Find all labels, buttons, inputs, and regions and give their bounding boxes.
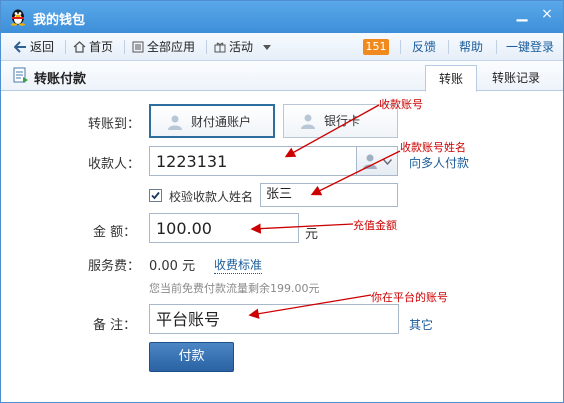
- toolbar-divider: [65, 40, 66, 54]
- annotation-payee-account: 收款账号: [379, 98, 423, 111]
- pay-multiple-link[interactable]: 向多人付款: [409, 154, 469, 171]
- tab-transfer-records[interactable]: 转账记录: [479, 65, 553, 92]
- transfer-to-label: 转账到：: [88, 117, 141, 132]
- title-bar: 我的钱包 ▁ ×: [1, 1, 563, 33]
- bank-card-label: 银行卡: [324, 114, 361, 128]
- payee-name-input[interactable]: 张三: [260, 183, 398, 207]
- qq-penguin-icon: [11, 9, 25, 26]
- all-apps-label: 全部应用: [147, 40, 196, 54]
- notification-badge[interactable]: 151: [363, 39, 389, 55]
- wallet-window: 我的钱包 ▁ × 返回 首页 全部应用 活动 151 反馈 帮助 一键登录 转账…: [0, 0, 564, 403]
- back-label: 返回: [30, 40, 55, 54]
- page-title: 转账付款: [34, 72, 87, 87]
- fee-standard-link[interactable]: 收费标准: [214, 256, 263, 274]
- amount-input[interactable]: 100.00: [149, 213, 299, 243]
- toolbar-divider: [400, 40, 401, 54]
- chevron-down-icon: [262, 45, 271, 50]
- remark-label: 备 注：: [93, 318, 137, 333]
- window-title: 我的钱包: [33, 13, 86, 28]
- amount-label: 金 额：: [93, 225, 137, 240]
- all-apps-button[interactable]: 全部应用: [132, 39, 195, 55]
- remark-input[interactable]: 平台账号: [149, 304, 399, 334]
- fee-label: 服务费：: [88, 259, 141, 274]
- toolbar-divider: [206, 40, 207, 54]
- help-link[interactable]: 帮助: [459, 39, 483, 55]
- gift-icon: [214, 42, 226, 53]
- activity-label: 活动: [229, 40, 254, 54]
- contact-person-icon: [363, 154, 377, 169]
- remark-other-link[interactable]: 其它: [409, 316, 433, 333]
- toolbar-divider: [496, 40, 497, 54]
- close-button[interactable]: ×: [536, 5, 558, 23]
- one-click-login-link[interactable]: 一键登录: [506, 39, 554, 55]
- amount-unit: 元: [305, 227, 319, 242]
- minimize-button[interactable]: ▁: [511, 5, 533, 23]
- pay-button[interactable]: 付款: [149, 342, 234, 372]
- payee-contacts-dropdown[interactable]: [356, 146, 398, 176]
- checkmark-icon: [151, 191, 160, 200]
- home-label: 首页: [89, 40, 114, 54]
- feedback-link[interactable]: 反馈: [412, 39, 436, 55]
- verify-name-label: 校验收款人姓名: [169, 190, 254, 204]
- back-button[interactable]: 返回: [14, 39, 54, 55]
- home-icon: [73, 41, 86, 53]
- transfer-doc-icon: [13, 67, 28, 83]
- person-icon: [168, 115, 182, 130]
- verify-name-checkbox[interactable]: [149, 189, 162, 202]
- home-button[interactable]: 首页: [73, 39, 113, 55]
- toolbar-divider: [448, 40, 449, 54]
- toolbar-divider: [124, 40, 125, 54]
- annotation-amount: 充值金额: [353, 219, 397, 232]
- person-icon: [301, 114, 315, 129]
- payee-input[interactable]: 1223131: [149, 146, 357, 176]
- back-arrow-icon: [14, 41, 26, 53]
- chevron-down-icon: [383, 159, 392, 165]
- fee-value: 0.00 元: [149, 259, 196, 274]
- activity-menu[interactable]: 活动: [214, 39, 271, 55]
- apps-list-icon: [132, 41, 144, 53]
- annotation-payee-name: 收款账号姓名: [400, 141, 466, 154]
- annotation-remark: 你在平台的账号: [371, 291, 448, 304]
- payee-label: 收款人：: [88, 157, 141, 172]
- tenpay-account-option[interactable]: 财付通账户: [149, 104, 275, 138]
- tab-transfer[interactable]: 转账: [425, 65, 477, 92]
- free-quota-hint: 您当前免费付款流量剩余199.00元: [149, 282, 320, 295]
- tenpay-account-label: 财付通账户: [191, 115, 252, 129]
